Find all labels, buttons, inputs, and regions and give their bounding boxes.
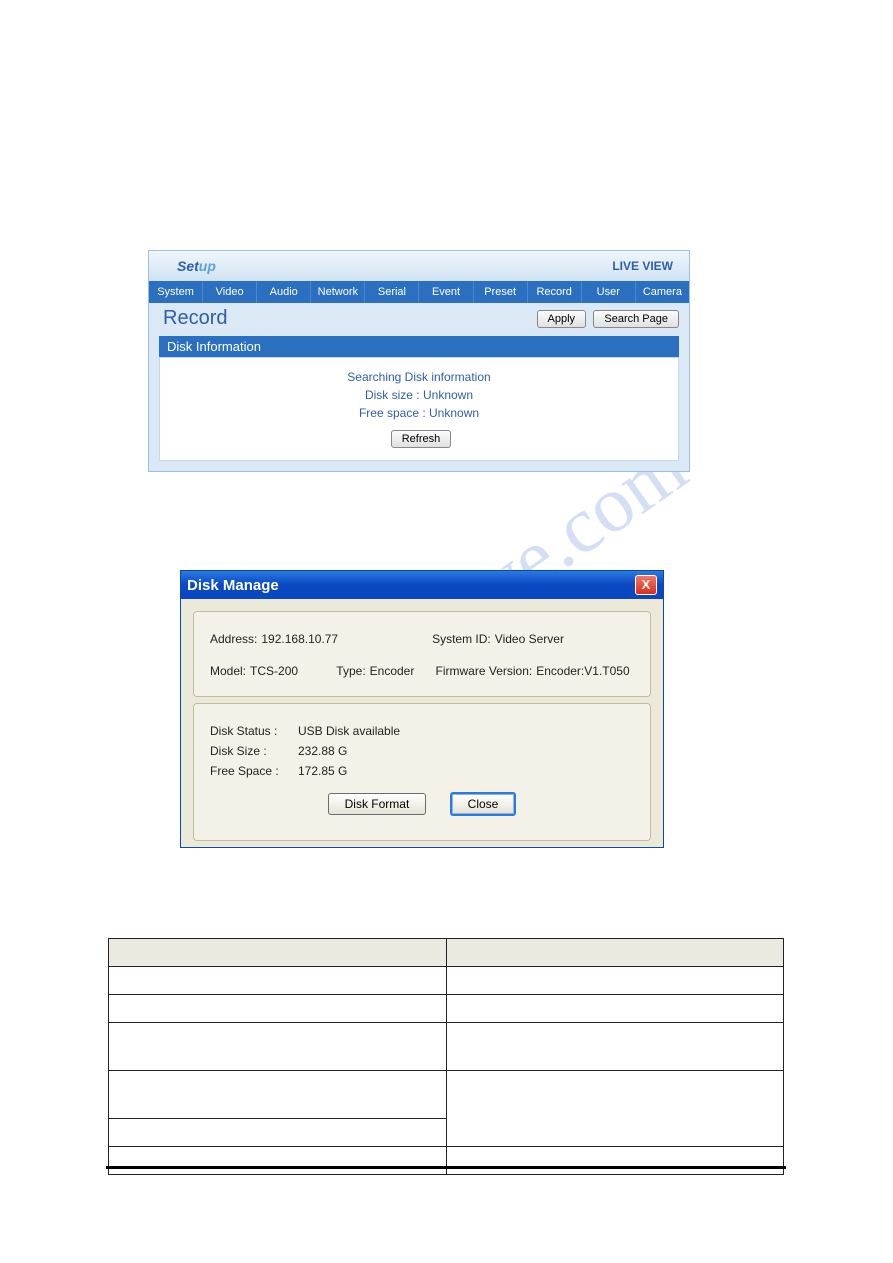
td-r4c1 — [109, 1071, 447, 1119]
td-r4c2 — [446, 1071, 784, 1147]
disk-size-value: 232.88 G — [298, 744, 347, 758]
firmware-value: Encoder:V1.T050 — [536, 664, 629, 678]
device-info-fieldset: Address: 192.168.10.77 System ID: Video … — [193, 611, 651, 697]
setup-logo-prefix: Set — [177, 258, 199, 274]
setup-logo-suffix: up — [199, 258, 216, 274]
tab-network[interactable]: Network — [311, 281, 365, 303]
info-disk-size: Disk size : Unknown — [160, 388, 678, 402]
disk-format-button[interactable]: Disk Format — [328, 793, 427, 815]
th-1 — [109, 939, 447, 967]
info-searching: Searching Disk information — [160, 370, 678, 384]
td-r1c2 — [446, 967, 784, 995]
footer-rule — [106, 1166, 786, 1169]
page-title: Record — [159, 307, 227, 330]
address-value: 192.168.10.77 — [261, 632, 338, 646]
title-row: Record Apply Search Page — [149, 303, 689, 334]
setup-logo: Setup — [177, 258, 216, 274]
address-label: Address: — [210, 632, 257, 646]
title-buttons: Apply Search Page — [533, 310, 679, 328]
td-r5c1 — [109, 1119, 447, 1147]
tab-record[interactable]: Record — [528, 281, 582, 303]
type-label: Type: — [336, 664, 365, 678]
close-button[interactable]: Close — [450, 792, 517, 816]
dialog-button-row: Disk Format Close — [210, 784, 634, 828]
disk-status-value: USB Disk available — [298, 724, 400, 738]
tab-preset[interactable]: Preset — [474, 281, 528, 303]
disk-manage-dialog: Disk Manage X Address: 192.168.10.77 Sys… — [180, 570, 664, 848]
tab-camera[interactable]: Camera — [636, 281, 689, 303]
info-free-space: Free space : Unknown — [160, 406, 678, 420]
type-value: Encoder — [370, 664, 415, 678]
dialog-titlebar: Disk Manage X — [181, 571, 663, 599]
system-id-value: Video Server — [495, 632, 564, 646]
tab-bar: System Video Audio Network Serial Event … — [149, 281, 689, 303]
live-view-link[interactable]: LIVE VIEW — [612, 259, 673, 273]
disk-info-body: Searching Disk information Disk size : U… — [159, 357, 679, 461]
disk-status-fieldset: Disk Status : USB Disk available Disk Si… — [193, 703, 651, 841]
system-id-label: System ID: — [432, 632, 491, 646]
tab-video[interactable]: Video — [203, 281, 257, 303]
tab-user[interactable]: User — [582, 281, 636, 303]
disk-info-section-title: Disk Information — [159, 336, 679, 357]
close-icon[interactable]: X — [635, 575, 657, 595]
tab-event[interactable]: Event — [419, 281, 473, 303]
setup-web-panel: Setup LIVE VIEW System Video Audio Netwo… — [148, 250, 690, 472]
spec-table — [108, 938, 784, 1175]
td-r1c1 — [109, 967, 447, 995]
tab-audio[interactable]: Audio — [257, 281, 311, 303]
model-label: Model: — [210, 664, 246, 678]
td-r6c1 — [109, 1147, 447, 1175]
th-2 — [446, 939, 784, 967]
web-header: Setup LIVE VIEW — [149, 251, 689, 281]
apply-button[interactable]: Apply — [537, 310, 587, 328]
free-space-label: Free Space : — [210, 764, 298, 778]
model-value: TCS-200 — [250, 664, 298, 678]
disk-status-label: Disk Status : — [210, 724, 298, 738]
td-r6c2 — [446, 1147, 784, 1175]
firmware-label: Firmware Version: — [436, 664, 533, 678]
disk-size-label: Disk Size : — [210, 744, 298, 758]
td-r2c2 — [446, 995, 784, 1023]
refresh-button[interactable]: Refresh — [391, 430, 452, 448]
dialog-title-text: Disk Manage — [187, 577, 279, 594]
tab-serial[interactable]: Serial — [365, 281, 419, 303]
td-r3c1 — [109, 1023, 447, 1071]
td-r2c1 — [109, 995, 447, 1023]
search-page-button[interactable]: Search Page — [593, 310, 679, 328]
free-space-value: 172.85 G — [298, 764, 347, 778]
td-r3c2 — [446, 1023, 784, 1071]
tab-system[interactable]: System — [149, 281, 203, 303]
